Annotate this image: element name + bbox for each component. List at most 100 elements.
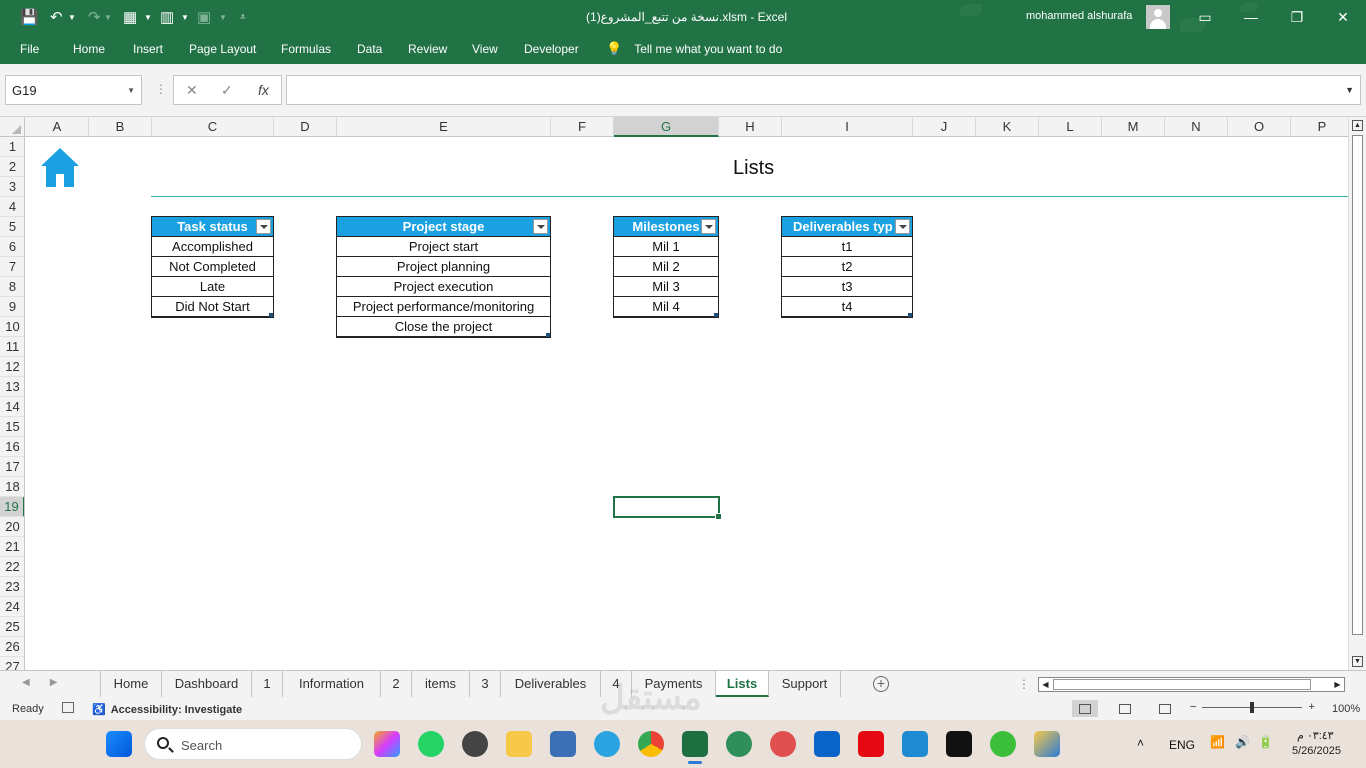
- tab-data[interactable]: Data: [357, 42, 382, 56]
- calculator-icon[interactable]: [550, 731, 576, 757]
- row-header[interactable]: 27: [0, 657, 24, 670]
- app-icon[interactable]: [1034, 731, 1060, 757]
- column-header[interactable]: G: [614, 117, 719, 137]
- chevron-down-icon[interactable]: ▼: [144, 7, 152, 27]
- table-resize-handle[interactable]: [908, 313, 912, 317]
- insert-function-icon[interactable]: fx: [258, 82, 269, 98]
- excel-icon[interactable]: [682, 731, 708, 757]
- chrome-icon[interactable]: [638, 731, 664, 757]
- table-resize-handle[interactable]: [546, 333, 550, 337]
- column-header[interactable]: C: [152, 117, 274, 137]
- filter-dropdown-icon[interactable]: [533, 219, 548, 234]
- tab-file[interactable]: File: [20, 42, 39, 56]
- row-header[interactable]: 7: [0, 257, 24, 277]
- row-header[interactable]: 4: [0, 197, 24, 217]
- table-cell[interactable]: Mil 1: [614, 237, 718, 257]
- zoom-out-icon[interactable]: −: [1190, 701, 1196, 713]
- row-header[interactable]: 23: [0, 577, 24, 597]
- column-header[interactable]: J: [913, 117, 976, 137]
- table-cell[interactable]: Did Not Start: [152, 297, 273, 317]
- table-cell[interactable]: Not Completed: [152, 257, 273, 277]
- selected-cell[interactable]: [613, 496, 722, 520]
- table-cell[interactable]: Mil 3: [614, 277, 718, 297]
- tab-view[interactable]: View: [472, 42, 498, 56]
- enter-icon[interactable]: ✓: [221, 82, 233, 99]
- volume-icon[interactable]: 🔊: [1235, 735, 1250, 749]
- undo-icon[interactable]: ↶: [50, 7, 63, 27]
- tab-home[interactable]: Home: [73, 42, 105, 56]
- table-cell[interactable]: Project planning: [337, 257, 550, 277]
- page-layout-view-icon[interactable]: [1112, 700, 1138, 717]
- column-header[interactable]: E: [337, 117, 551, 137]
- chevron-up-icon[interactable]: ˄: [1137, 736, 1144, 750]
- name-box[interactable]: G19 ▼: [5, 75, 142, 105]
- browser-icon[interactable]: [726, 731, 752, 757]
- table-resize-handle[interactable]: [714, 313, 718, 317]
- row-header[interactable]: 25: [0, 617, 24, 637]
- zoom-in-icon[interactable]: +: [1308, 701, 1314, 713]
- netflix-icon[interactable]: [858, 731, 884, 757]
- vertical-scrollbar[interactable]: ▲ ▼: [1348, 117, 1366, 670]
- filter-dropdown-icon[interactable]: [256, 219, 271, 234]
- table-cell[interactable]: Mil 4: [614, 297, 718, 317]
- tab-page-layout[interactable]: Page Layout: [189, 42, 256, 56]
- chevron-down-icon[interactable]: ▼: [127, 86, 135, 95]
- customize-toolbar-icon[interactable]: ⩡: [240, 7, 246, 27]
- sheet-tab[interactable]: Home: [100, 671, 162, 697]
- sheet-tab[interactable]: Information: [283, 671, 381, 697]
- table-cell[interactable]: Close the project: [337, 317, 550, 337]
- clock-time[interactable]: ٠٣:٤٣ م: [1297, 729, 1334, 742]
- row-header[interactable]: 17: [0, 457, 24, 477]
- normal-view-icon[interactable]: [1072, 700, 1098, 717]
- column-header[interactable]: M: [1102, 117, 1165, 137]
- row-header[interactable]: 12: [0, 357, 24, 377]
- notion-icon[interactable]: [946, 731, 972, 757]
- clock-app-icon[interactable]: [462, 731, 488, 757]
- zoom-slider[interactable]: − +: [1190, 701, 1315, 713]
- tab-formulas[interactable]: Formulas: [281, 42, 331, 56]
- row-header[interactable]: 3: [0, 177, 24, 197]
- table-cell[interactable]: t3: [782, 277, 912, 297]
- row-header[interactable]: 1: [0, 137, 24, 157]
- more-icon[interactable]: ⋮: [1018, 677, 1030, 691]
- close-icon[interactable]: ✕: [1332, 7, 1354, 27]
- zoom-knob[interactable]: [1250, 701, 1255, 713]
- column-header[interactable]: H: [719, 117, 782, 137]
- windows-start-icon[interactable]: [106, 731, 132, 757]
- worksheet[interactable]: Lists Task status Accomplished Not Compl…: [25, 137, 1348, 670]
- avatar[interactable]: [1146, 5, 1170, 29]
- row-header[interactable]: 21: [0, 537, 24, 557]
- restore-icon[interactable]: ❐: [1286, 7, 1308, 27]
- app-icon[interactable]: [770, 731, 796, 757]
- row-header[interactable]: 13: [0, 377, 24, 397]
- column-header[interactable]: L: [1039, 117, 1102, 137]
- column-header[interactable]: O: [1228, 117, 1291, 137]
- expand-formula-icon[interactable]: ▼: [1345, 85, 1354, 95]
- more-icon[interactable]: ⋮: [155, 82, 167, 96]
- accessibility-status[interactable]: ♿ Accessibility: Investigate: [92, 703, 242, 717]
- table-cell[interactable]: Project execution: [337, 277, 550, 297]
- app-icon[interactable]: [990, 731, 1016, 757]
- tab-scroll-arrows[interactable]: ◀▶: [22, 677, 77, 688]
- column-header[interactable]: F: [551, 117, 614, 137]
- select-all-button[interactable]: [0, 117, 25, 137]
- outlook-icon[interactable]: [814, 731, 840, 757]
- column-header[interactable]: K: [976, 117, 1039, 137]
- home-icon[interactable]: [40, 146, 80, 188]
- zoom-track[interactable]: [1202, 701, 1303, 713]
- freeze-panes-icon[interactable]: ▥: [160, 7, 174, 27]
- sheet-tab[interactable]: Dashboard: [162, 671, 252, 697]
- scrollbar-thumb[interactable]: [1053, 679, 1311, 690]
- zoom-level[interactable]: 100%: [1332, 703, 1360, 715]
- row-header[interactable]: 24: [0, 597, 24, 617]
- horizontal-scrollbar[interactable]: ◀ ▶: [1038, 677, 1345, 692]
- scroll-up-icon[interactable]: ▲: [1352, 120, 1363, 131]
- user-name[interactable]: mohammed alshurafa: [1026, 10, 1132, 22]
- macro-record-icon[interactable]: [62, 702, 74, 713]
- cancel-icon[interactable]: ✕: [186, 82, 198, 99]
- chevron-down-icon[interactable]: ▼: [68, 7, 76, 27]
- column-header[interactable]: P: [1291, 117, 1354, 137]
- row-header[interactable]: 18: [0, 477, 24, 497]
- table-cell[interactable]: t4: [782, 297, 912, 317]
- sheet-tab[interactable]: Support: [769, 671, 841, 697]
